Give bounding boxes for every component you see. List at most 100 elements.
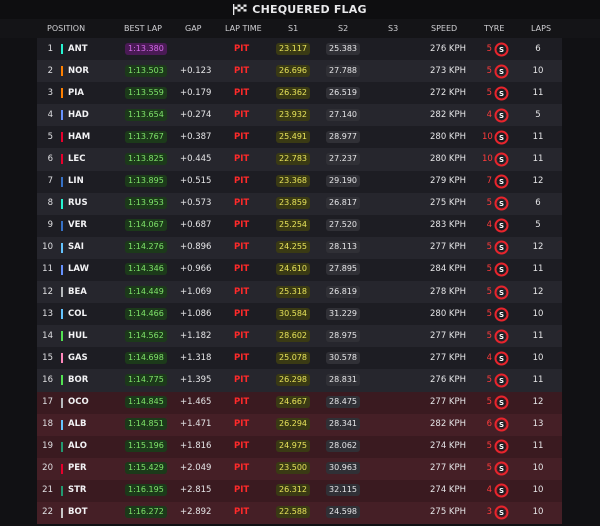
sector-1-time: 23.500	[276, 462, 310, 475]
tyre-age: 5	[486, 308, 492, 319]
soft-tyre-icon: S	[494, 329, 509, 344]
driver-code[interactable]: LAW	[68, 264, 89, 274]
driver-code[interactable]: VER	[68, 220, 87, 230]
table-row[interactable]: 3 PIA 1:13.559 +0.179 PIT 26.362 26.519 272 KPH…	[37, 82, 562, 105]
driver-code[interactable]: ANT	[68, 44, 88, 54]
driver-code[interactable]: BOT	[68, 507, 88, 517]
tyre-compound-label: S	[499, 377, 504, 385]
table-row[interactable]: 16 BOR 1:14.775 +1.395 PIT 26.298 28.831 276 KP…	[37, 369, 562, 392]
speed-trap: 277 KPH	[430, 330, 467, 341]
best-lap-time: 1:13.825	[125, 152, 167, 165]
driver-code[interactable]: ALB	[68, 419, 86, 429]
team-color-bar	[61, 507, 63, 518]
tyre-compound-label: S	[499, 112, 504, 120]
driver-code[interactable]: HUL	[68, 331, 87, 341]
table-row[interactable]: 19 ALO 1:15.196 +1.816 PIT 24.975 28.062 274 KP…	[37, 435, 562, 458]
driver-code[interactable]: RUS	[68, 198, 88, 208]
driver-code[interactable]: BEA	[68, 287, 87, 297]
driver-code[interactable]: HAM	[68, 132, 90, 142]
driver-code[interactable]: GAS	[68, 353, 88, 363]
table-row[interactable]: 1 ANT 1:13.380 PIT 23.117 25.383 276 KPH 5 S 6	[37, 38, 562, 61]
column-lap-time[interactable]: LAP TIME	[225, 24, 262, 33]
tyre-age: 4	[486, 485, 492, 496]
driver-code[interactable]: NOR	[68, 66, 89, 76]
table-row[interactable]: 21 STR 1:16.195 +2.815 PIT 26.312 32.115 274 KP…	[37, 479, 562, 502]
best-lap-time: 1:16.272	[125, 506, 167, 519]
gap-to-leader: +0.123	[180, 65, 212, 76]
column-gap[interactable]: GAP	[185, 24, 202, 33]
table-row[interactable]: 18 ALB 1:14.851 +1.471 PIT 26.294 28.341 282 KP…	[37, 413, 562, 436]
speed-trap: 277 KPH	[430, 352, 467, 363]
sector-1-time: 22.588	[276, 506, 310, 519]
table-row[interactable]: 6 LEC 1:13.825 +0.445 PIT 22.783 27.237 280 KPH…	[37, 148, 562, 171]
best-lap-time: 1:13.895	[125, 175, 167, 188]
pit-status: PIT	[234, 65, 250, 76]
pit-status: PIT	[234, 419, 250, 430]
position-number: 14	[42, 330, 53, 341]
column-position[interactable]: POSITION	[47, 24, 85, 33]
driver-code[interactable]: STR	[68, 485, 86, 495]
table-row[interactable]: 22 BOT 1:16.272 +2.892 PIT 22.588 24.598 275 KP…	[37, 501, 562, 525]
tyre-age: 4	[486, 109, 492, 120]
team-color-bar	[61, 375, 63, 386]
driver-code[interactable]: BOR	[68, 375, 88, 385]
table-row[interactable]: 15 GAS 1:14.698 +1.318 PIT 25.078 30.578 277 KP…	[37, 347, 562, 370]
column-laps[interactable]: LAPS	[531, 24, 551, 33]
driver-code[interactable]: HAD	[68, 110, 89, 120]
laps-completed: 11	[532, 330, 544, 341]
position-number: 3	[47, 87, 53, 98]
speed-trap: 276 KPH	[430, 43, 467, 54]
pit-status: PIT	[234, 153, 250, 164]
team-color-bar	[61, 154, 63, 165]
sector-1-time: 24.255	[276, 241, 310, 254]
column-s3[interactable]: S3	[388, 24, 398, 33]
laps-completed: 11	[532, 153, 544, 164]
tyre-age: 5	[486, 43, 492, 54]
driver-code[interactable]: PER	[68, 463, 87, 473]
speed-trap: 272 KPH	[430, 87, 467, 98]
sector-2-time: 27.788	[326, 64, 360, 77]
gap-to-leader: +0.387	[180, 131, 212, 142]
table-row[interactable]: 14 HUL 1:14.562 +1.182 PIT 28.602 28.975 277 KP…	[37, 325, 562, 348]
pit-status: PIT	[234, 220, 250, 231]
table-row[interactable]: 9 VER 1:14.067 +0.687 PIT 25.254 27.520 283 KPH…	[37, 214, 562, 237]
pit-status: PIT	[234, 507, 250, 518]
sector-2-time: 27.237	[326, 152, 360, 165]
driver-code[interactable]: OCO	[68, 397, 89, 407]
column-speed[interactable]: SPEED	[431, 24, 457, 33]
driver-code[interactable]: LIN	[68, 176, 84, 186]
column-s1[interactable]: S1	[288, 24, 298, 33]
column-tyre[interactable]: TYRE	[484, 24, 504, 33]
speed-trap: 282 KPH	[430, 109, 467, 120]
table-row[interactable]: 4 HAD 1:13.654 +0.274 PIT 23.932 27.140 282 KPH…	[37, 104, 562, 127]
best-lap-time: 1:15.196	[125, 440, 167, 453]
table-row[interactable]: 5 HAM 1:13.767 +0.387 PIT 25.491 28.977 280 KPH…	[37, 126, 562, 149]
column-best-lap[interactable]: BEST LAP	[124, 24, 162, 33]
driver-code[interactable]: ALO	[68, 441, 87, 451]
sector-1-time: 26.362	[276, 86, 310, 99]
position-number: 16	[42, 374, 53, 385]
team-color-bar	[61, 44, 63, 54]
table-row[interactable]: 8 RUS 1:13.953 +0.573 PIT 23.859 26.817 275 KPH…	[37, 192, 562, 215]
driver-code[interactable]: PIA	[68, 88, 84, 98]
table-row[interactable]: 2 NOR 1:13.503 +0.123 PIT 26.696 27.788 273 KPH…	[37, 60, 562, 83]
table-row[interactable]: 11 LAW 1:14.346 +0.966 PIT 24.610 27.895 284 KP…	[37, 258, 562, 282]
column-s2[interactable]: S2	[338, 24, 348, 33]
driver-code[interactable]: COL	[68, 309, 87, 319]
sector-1-time: 24.975	[276, 440, 310, 453]
best-lap-time: 1:15.429	[125, 462, 167, 475]
table-row[interactable]: 17 OCO 1:14.845 +1.465 PIT 24.667 28.475 277 KP…	[37, 391, 562, 414]
table-row[interactable]: 20 PER 1:15.429 +2.049 PIT 23.500 30.963 277 KP…	[37, 457, 562, 480]
sector-1-time: 26.294	[276, 418, 310, 431]
driver-code[interactable]: LEC	[68, 154, 85, 164]
table-row[interactable]: 12 BEA 1:14.449 +1.069 PIT 25.318 26.819 278 KP…	[37, 281, 562, 304]
position-number: 7	[47, 176, 53, 187]
sector-2-time: 30.963	[326, 462, 360, 475]
table-row[interactable]: 7 LIN 1:13.895 +0.515 PIT 23.368 29.190 279 KPH…	[37, 170, 562, 193]
position-number: 11	[42, 264, 53, 275]
pit-status: PIT	[234, 463, 250, 474]
table-row[interactable]: 10 SAI 1:14.276 +0.896 PIT 24.255 28.113 277 KP…	[37, 236, 562, 259]
table-row[interactable]: 13 COL 1:14.466 +1.086 PIT 30.584 31.229 280 KP…	[37, 303, 562, 326]
tyre-compound-label: S	[499, 156, 504, 164]
driver-code[interactable]: SAI	[68, 242, 84, 252]
